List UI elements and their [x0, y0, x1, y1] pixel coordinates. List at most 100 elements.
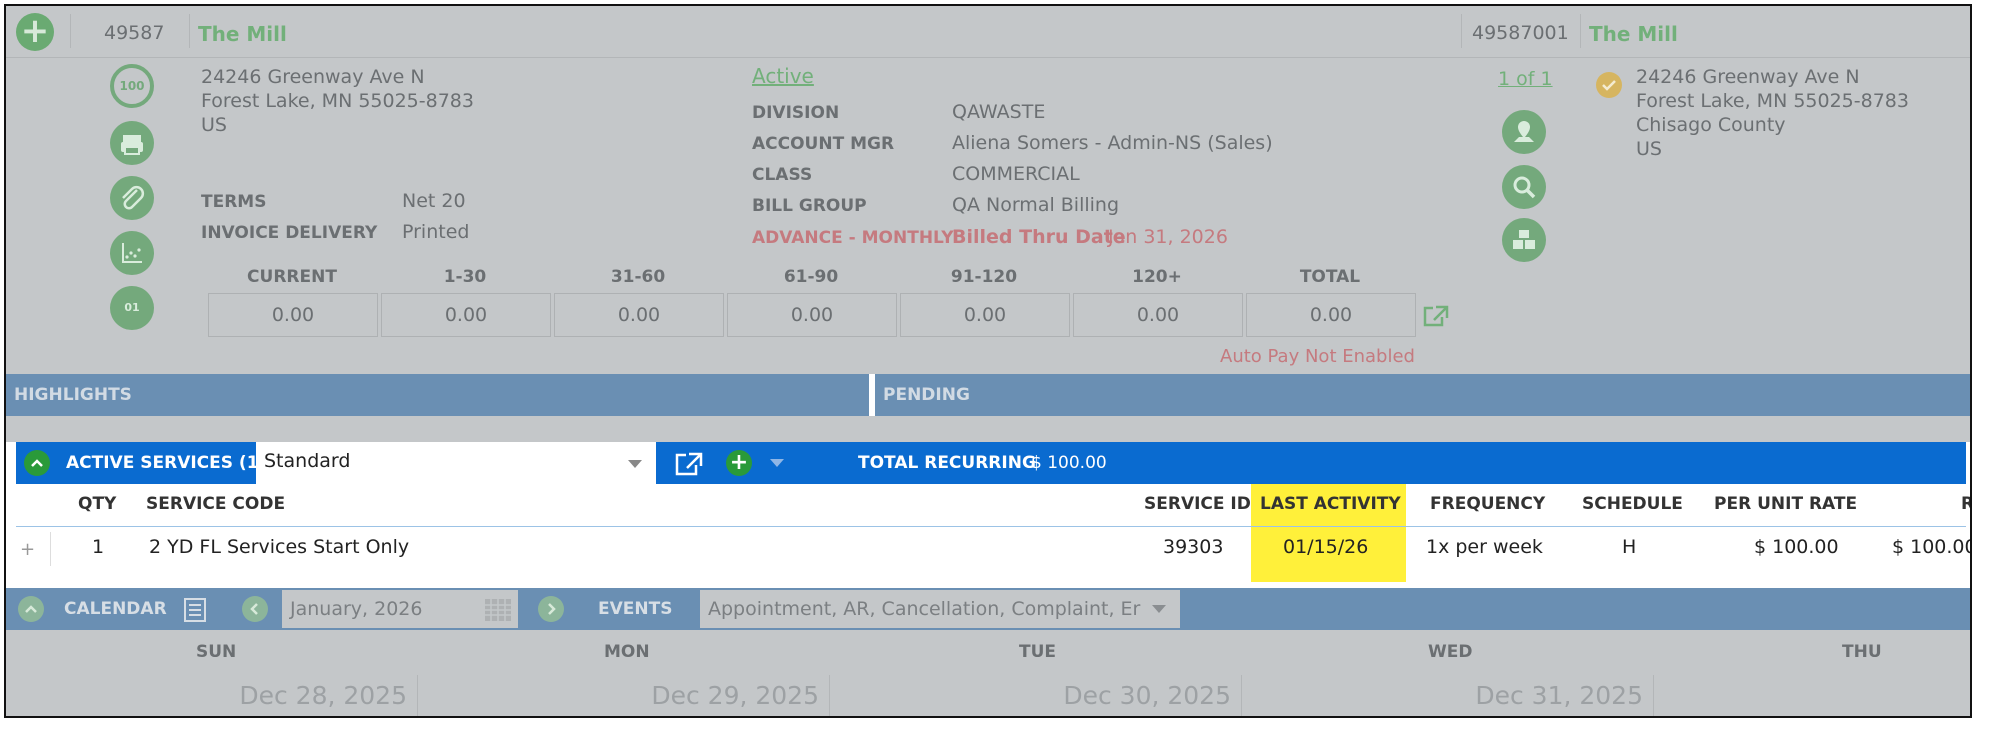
- billed-thru-value: Jan 31, 2026: [1108, 226, 1228, 248]
- date-cell[interactable]: Dec 29, 2025: [418, 675, 830, 716]
- date-cell[interactable]: Dec 28, 2025: [6, 675, 418, 716]
- collapse-calendar-icon[interactable]: [18, 596, 44, 622]
- date-cell-empty[interactable]: [1654, 675, 1970, 716]
- terms-label: TERMS: [201, 192, 267, 212]
- site-name[interactable]: The Mill: [1589, 22, 1678, 46]
- col-schedule[interactable]: SCHEDULE: [1582, 494, 1683, 514]
- cell-qty: 1: [92, 536, 105, 558]
- web-search-icon[interactable]: [1502, 165, 1546, 209]
- date-cell[interactable]: Dec 31, 2025: [1242, 675, 1654, 716]
- events-label: EVENTS: [598, 599, 673, 619]
- active-services-title: ACTIVE SERVICES (1): [66, 453, 267, 473]
- aging-value-61-90: 0.00: [727, 293, 897, 337]
- billing-cycle-label: ADVANCE - MONTHLY: [752, 228, 954, 248]
- day-header-thu: THU: [1842, 642, 1882, 662]
- cell-per-unit-rate: $ 100.00: [1754, 536, 1839, 558]
- add-icon[interactable]: +: [16, 13, 54, 51]
- col-last-activity[interactable]: LAST ACTIVITY: [1260, 494, 1401, 514]
- site-id: 49587001: [1472, 22, 1569, 44]
- aging-header: 91-120: [950, 267, 1018, 287]
- invoice-delivery-label: INVOICE DELIVERY: [201, 223, 378, 243]
- expand-row-icon[interactable]: +: [20, 539, 35, 560]
- division-value: QAWASTE: [952, 101, 1046, 123]
- col-service-code[interactable]: SERVICE CODE: [146, 494, 285, 514]
- binary-search-icon[interactable]: 01: [110, 286, 154, 330]
- total-recurring-label: TOTAL RECURRING: [858, 453, 1036, 473]
- day-header-wed: WED: [1428, 642, 1473, 662]
- cell-last-activity: 01/15/26: [1283, 536, 1369, 558]
- col-service-id[interactable]: SERVICE ID: [1144, 494, 1251, 514]
- month-input[interactable]: January, 2026: [282, 590, 518, 628]
- highlights-section[interactable]: HIGHLIGHTS: [6, 374, 869, 416]
- external-link-icon[interactable]: [1422, 304, 1450, 332]
- col-per-unit-rate[interactable]: PER UNIT RATE: [1714, 494, 1857, 514]
- col-qty[interactable]: QTY: [78, 494, 116, 514]
- account-panel: + 49587 The Mill 49587001 The Mill 100 0…: [6, 6, 1970, 374]
- chevron-down-icon[interactable]: [1152, 605, 1166, 613]
- calendar-title: CALENDAR: [64, 599, 167, 619]
- pending-section[interactable]: PENDING: [875, 374, 1970, 416]
- aging-header: 31-60: [610, 267, 666, 287]
- day-header-row: [6, 630, 1970, 675]
- billing-address-line2: Forest Lake, MN 55025-8783: [201, 90, 474, 112]
- prev-month-icon[interactable]: [242, 596, 268, 622]
- cell-schedule: H: [1622, 536, 1637, 558]
- aging-header: CURRENT: [247, 267, 337, 287]
- account-name[interactable]: The Mill: [198, 22, 287, 46]
- billing-address-line3: US: [201, 114, 227, 136]
- class-value: COMMERCIAL: [952, 163, 1080, 185]
- cell-service-code[interactable]: 2 YD FL Services Start Only: [149, 536, 409, 558]
- aging-header: TOTAL: [1299, 267, 1361, 287]
- events-filter-value: Appointment, AR, Cancellation, Complaint…: [708, 598, 1141, 620]
- chart-icon[interactable]: [110, 231, 154, 275]
- col-rate[interactable]: R: [1961, 494, 1970, 514]
- site-address-line1: 24246 Greenway Ave N: [1636, 66, 1860, 88]
- col-frequency[interactable]: FREQUENCY: [1430, 494, 1545, 514]
- row-divider: [50, 532, 51, 566]
- aging-value-current: 0.00: [208, 293, 378, 337]
- printer-icon[interactable]: [110, 121, 154, 165]
- class-label: CLASS: [752, 165, 813, 185]
- aging-value-91-120: 0.00: [900, 293, 1070, 337]
- autopay-status: Auto Pay Not Enabled: [1220, 346, 1415, 367]
- month-value: January, 2026: [290, 598, 423, 620]
- containers-icon[interactable]: [1502, 218, 1546, 262]
- view-select[interactable]: Standard: [256, 442, 656, 484]
- open-external-icon[interactable]: [674, 451, 704, 481]
- chevron-down-icon[interactable]: [628, 460, 642, 468]
- invoice-delivery-value: Printed: [402, 221, 470, 243]
- bill-group-label: BILL GROUP: [752, 196, 867, 216]
- calendar-grid-icon[interactable]: [484, 598, 512, 626]
- collapse-icon[interactable]: [24, 450, 50, 476]
- score-ring-icon[interactable]: 100: [110, 64, 154, 108]
- status-link[interactable]: Active: [752, 64, 814, 88]
- aging-value-total: 0.00: [1246, 293, 1416, 337]
- highlights-label: HIGHLIGHTS: [14, 385, 132, 405]
- site-address-line4: US: [1636, 138, 1662, 160]
- day-header-tue: TUE: [1019, 642, 1057, 662]
- cell-frequency: 1x per week: [1426, 536, 1543, 558]
- aging-value-120-plus: 0.00: [1073, 293, 1243, 337]
- next-month-icon[interactable]: [538, 596, 564, 622]
- cell-service-id: 39303: [1163, 536, 1224, 558]
- pending-label: PENDING: [883, 385, 970, 405]
- add-menu-caret-icon[interactable]: [770, 459, 784, 467]
- paperclip-icon[interactable]: [110, 176, 154, 220]
- header-divider: [16, 526, 1966, 527]
- map-pin-icon[interactable]: [1502, 110, 1546, 154]
- events-filter[interactable]: Appointment, AR, Cancellation, Complaint…: [700, 590, 1180, 628]
- date-cell[interactable]: Dec 30, 2025: [830, 675, 1242, 716]
- bill-group-value: QA Normal Billing: [952, 194, 1120, 216]
- aging-header: 120+: [1132, 267, 1182, 287]
- total-recurring-value: $ 100.00: [1031, 453, 1107, 473]
- day-header-mon: MON: [604, 642, 650, 662]
- division-label: DIVISION: [752, 103, 840, 123]
- aging-value-1-30: 0.00: [381, 293, 551, 337]
- day-header-sun: SUN: [196, 642, 237, 662]
- site-address-line2: Forest Lake, MN 55025-8783: [1636, 90, 1909, 112]
- account-mgr-value: Aliena Somers - Admin-NS (Sales): [952, 132, 1273, 154]
- list-view-icon[interactable]: [182, 597, 208, 627]
- account-mgr-label: ACCOUNT MGR: [752, 134, 895, 154]
- add-service-icon[interactable]: +: [726, 450, 752, 476]
- site-pager[interactable]: 1 of 1: [1498, 68, 1553, 90]
